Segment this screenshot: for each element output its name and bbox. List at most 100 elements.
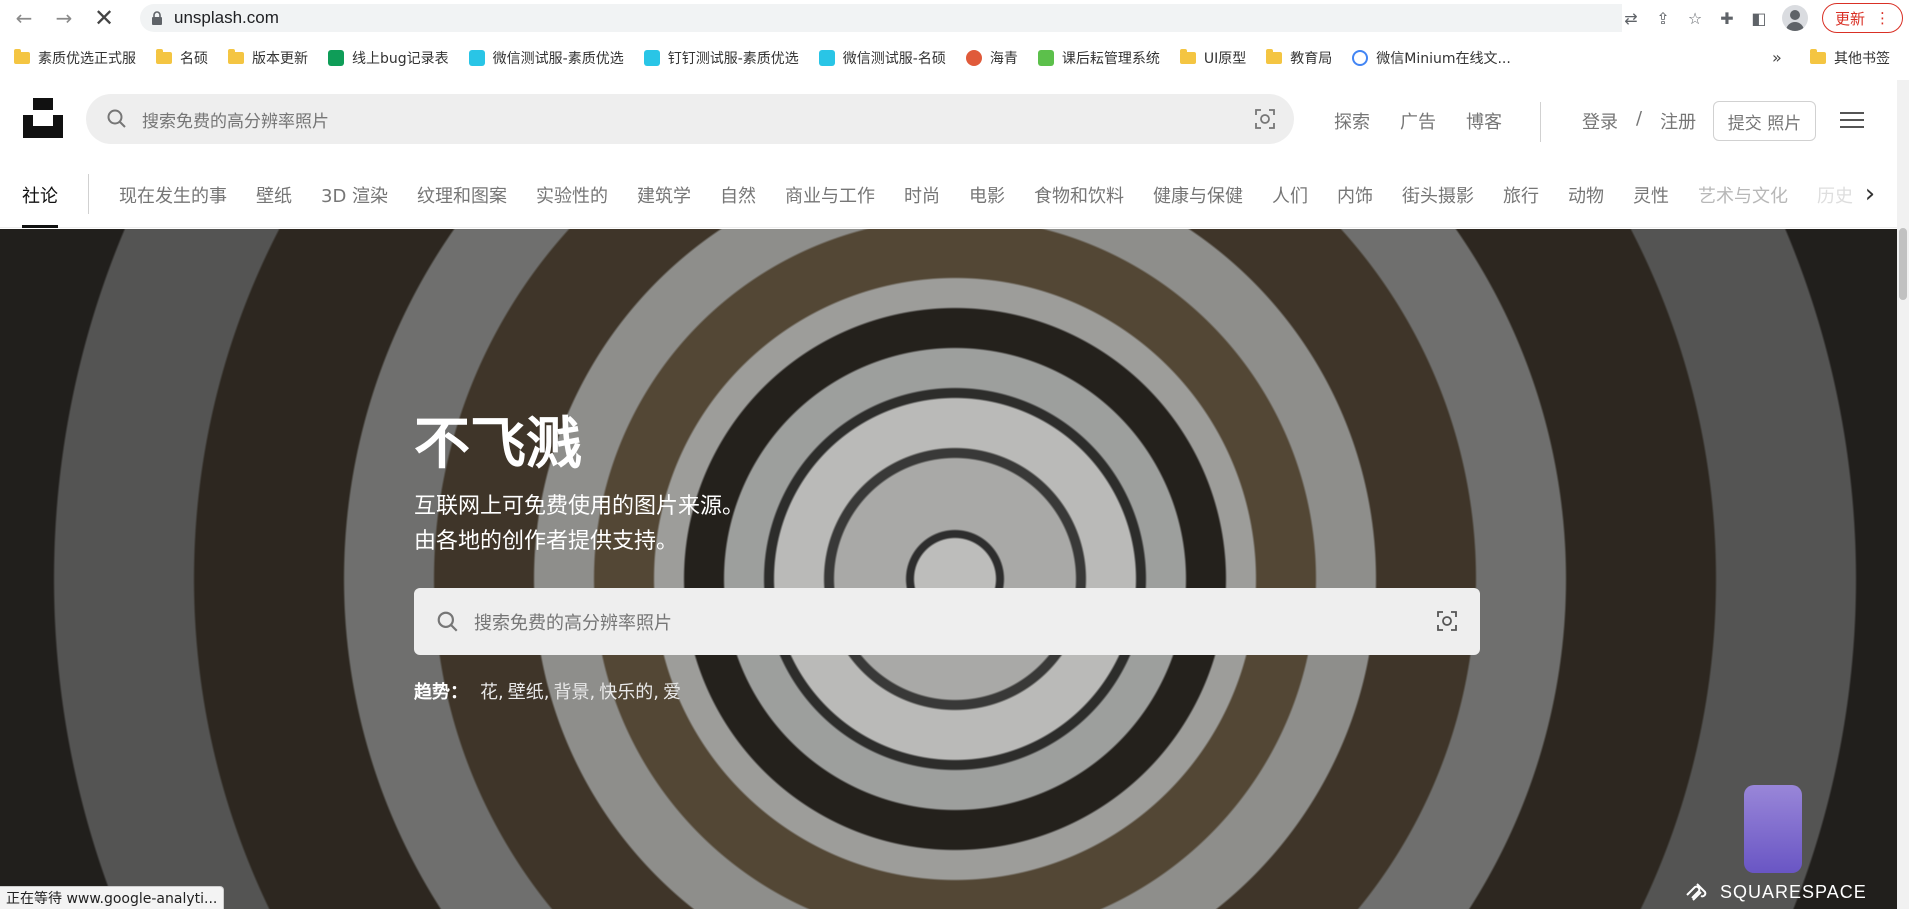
topic-tab[interactable]: 壁纸 <box>256 182 292 208</box>
hero-subtitle-line: 互联网上可免费使用的图片来源。 <box>414 494 745 519</box>
topic-tab[interactable]: 时尚 <box>904 182 940 208</box>
topic-tab[interactable]: 旅行 <box>1503 182 1539 208</box>
bookmark-item[interactable]: 教育局 <box>1266 48 1332 68</box>
bookmark-star-icon[interactable]: ☆ <box>1686 9 1704 28</box>
side-panel-icon[interactable]: ◧ <box>1750 9 1768 28</box>
topic-tab[interactable]: 人们 <box>1272 182 1308 208</box>
site-icon <box>1037 50 1054 66</box>
update-label: 更新 <box>1834 9 1865 28</box>
nav-advertise-link[interactable]: 广告 <box>1400 108 1436 134</box>
trending-link[interactable]: 壁纸, <box>508 678 550 704</box>
extension-badge[interactable] <box>1744 785 1802 873</box>
hero-search-input[interactable]: 搜索免费的高分辨率照片 <box>414 588 1480 655</box>
site-header: 搜索免费的高分辨率照片 探索 广告 博客 登录 / 注册 提交 照片 <box>0 80 1897 155</box>
lock-icon <box>152 11 162 25</box>
header-search-input[interactable]: 搜索免费的高分辨率照片 <box>86 94 1294 144</box>
back-icon[interactable]: ← <box>8 2 40 34</box>
topic-tab[interactable]: 3D 渲染 <box>321 182 388 208</box>
bookmark-item[interactable]: 线上bug记录表 <box>328 48 449 68</box>
auth-links: 登录 / 注册 <box>1582 108 1696 134</box>
visual-search-icon[interactable] <box>1436 610 1458 632</box>
topic-tab[interactable]: 动物 <box>1568 182 1604 208</box>
update-button[interactable]: 更新 ⋮ <box>1821 3 1903 33</box>
sheet-icon <box>328 50 344 66</box>
topic-tab[interactable]: 现在发生的事 <box>119 182 227 208</box>
topic-tab[interactable]: 食物和饮料 <box>1034 182 1124 208</box>
folder-icon <box>156 49 172 64</box>
topic-tab[interactable]: 自然 <box>720 182 756 208</box>
topic-tab[interactable]: 历史 <box>1817 182 1853 208</box>
share-icon[interactable]: ⇪ <box>1654 9 1672 28</box>
profile-avatar[interactable] <box>1781 5 1808 31</box>
topic-tab[interactable]: 实验性的 <box>536 182 608 208</box>
folder-icon <box>1810 49 1826 64</box>
topic-tab[interactable]: 灵性 <box>1633 182 1669 208</box>
bookmark-item[interactable]: UI原型 <box>1179 48 1246 68</box>
active-tab-indicator <box>22 225 58 228</box>
hero-title: 不飞溅 <box>414 412 582 477</box>
scrollbar-thumb[interactable] <box>1899 228 1907 300</box>
topic-tab[interactable]: 电影 <box>969 182 1005 208</box>
folder-icon <box>1266 49 1283 64</box>
bookmark-item[interactable]: 微信测试服-素质优选 <box>468 48 624 68</box>
topic-tab[interactable]: 艺术与文化 <box>1698 182 1788 208</box>
forward-icon[interactable]: → <box>48 2 80 34</box>
topic-tab[interactable]: 商业与工作 <box>785 182 875 208</box>
bookmark-item[interactable]: 微信测试服-名硕 <box>818 48 946 68</box>
submit-photo-button[interactable]: 提交 照片 <box>1713 101 1816 141</box>
sponsor-name: SQUARESPACE <box>1720 881 1867 902</box>
trending-link[interactable]: 爱 <box>663 678 681 704</box>
chevron-right-icon[interactable]: › <box>1855 176 1885 212</box>
unsplash-logo[interactable] <box>23 98 63 138</box>
bookmark-item[interactable]: 课后耘管理系统 <box>1037 48 1160 68</box>
stop-loading-icon[interactable]: ✕ <box>88 2 120 34</box>
bookmark-item[interactable]: 版本更新 <box>228 48 308 68</box>
topic-editorial-tab[interactable]: 社论 <box>22 182 58 208</box>
topic-tab[interactable]: 内饰 <box>1337 182 1373 208</box>
visual-search-icon[interactable] <box>1254 108 1276 130</box>
folder-icon <box>228 49 244 64</box>
status-bar: 正在等待 www.google-analyti... <box>0 886 225 909</box>
squarespace-logo-icon <box>1686 883 1707 901</box>
topic-tab[interactable]: 街头摄影 <box>1402 182 1474 208</box>
nav-explore-link[interactable]: 探索 <box>1334 108 1370 134</box>
browser-actions: ⇄ ⇪ ☆ ✚ ◧ 更新 ⋮ <box>1621 0 1909 36</box>
folder-icon <box>14 49 30 64</box>
bookmark-item[interactable]: 钉钉测试服-素质优选 <box>643 48 799 68</box>
app-icon <box>818 50 835 66</box>
hero-banner: 不飞溅 互联网上可免费使用的图片来源。 由各地的创作者提供支持。 搜索免费的高分… <box>0 229 1897 909</box>
bookmarks-overflow-button[interactable]: » <box>1772 48 1782 67</box>
search-icon <box>437 611 458 631</box>
translate-icon[interactable]: ⇄ <box>1622 9 1640 28</box>
bookmark-item[interactable]: 名硕 <box>156 48 208 68</box>
trending-link[interactable]: 背景, <box>553 678 595 704</box>
header-nav: 探索 广告 博客 <box>1334 108 1502 134</box>
bookmark-item[interactable]: 素质优选正式服 <box>14 48 136 68</box>
topic-divider <box>88 174 89 214</box>
search-icon <box>107 109 126 128</box>
other-bookmarks[interactable]: 其他书签 <box>1810 40 1890 76</box>
extensions-icon[interactable]: ✚ <box>1718 9 1736 28</box>
login-link[interactable]: 登录 <box>1582 108 1618 134</box>
address-bar[interactable]: unsplash.com <box>140 4 1680 32</box>
browser-toolbar: ← → ✕ unsplash.com ⇄ ⇪ ☆ ✚ ◧ 更新 ⋮ <box>0 0 1909 36</box>
trending-label: 趋势： <box>414 682 468 703</box>
trending-link[interactable]: 快乐的, <box>599 678 659 704</box>
bookmark-item[interactable]: 微信Minium在线文... <box>1352 48 1511 68</box>
nav-blog-link[interactable]: 博客 <box>1466 108 1502 134</box>
hero-subtitle-line: 由各地的创作者提供支持。 <box>414 529 679 554</box>
sponsor-badge[interactable]: SQUARESPACE <box>1684 881 1867 903</box>
site-icon <box>965 50 982 66</box>
trending-searches: 趋势： 花, 壁纸, 背景, 快乐的, 爱 <box>414 678 681 704</box>
topic-tab[interactable]: 健康与保健 <box>1153 182 1243 208</box>
topic-tab[interactable]: 纹理和图案 <box>417 182 507 208</box>
bookmarks-bar: 素质优选正式服 名硕 版本更新 线上bug记录表 微信测试服-素质优选 钉钉测试… <box>0 40 1909 76</box>
page-scrollbar[interactable] <box>1897 80 1909 909</box>
url-text: unsplash.com <box>174 8 279 27</box>
header-divider <box>1540 102 1541 142</box>
trending-link[interactable]: 花, <box>480 678 504 704</box>
topic-tab[interactable]: 建筑学 <box>637 182 691 208</box>
register-link[interactable]: 注册 <box>1660 108 1696 134</box>
hamburger-menu-icon[interactable] <box>1840 112 1864 130</box>
bookmark-item[interactable]: 海青 <box>965 48 1018 68</box>
